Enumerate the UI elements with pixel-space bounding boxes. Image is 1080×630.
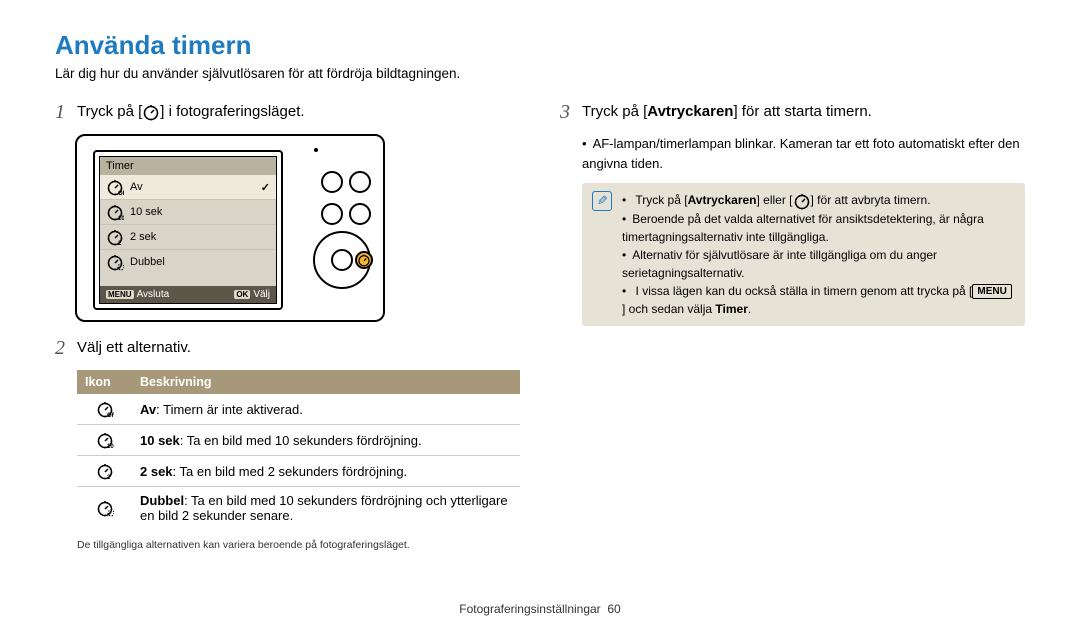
step-number-1: 1: [55, 101, 77, 124]
svg-text:OFF: OFF: [118, 191, 124, 196]
step1-text: Tryck på [] i fotograferingsläget.: [77, 101, 305, 122]
step-number-3: 3: [560, 101, 582, 124]
svg-text:2: 2: [118, 241, 122, 246]
dpad-right-highlight: [355, 251, 373, 269]
timer-icon: [793, 192, 811, 210]
note-box: Tryck på [Avtryckaren] eller [] för att …: [582, 183, 1025, 326]
menu-item-10s: 10 10 sek: [100, 200, 276, 225]
menu-chip: MENU: [972, 284, 1011, 299]
table-row: Dubbel: Ta en bild med 10 sekunders förd…: [77, 487, 520, 530]
table-row: 10 10 sek: Ta en bild med 10 sekunders f…: [77, 425, 520, 456]
step3-text: Tryck på [Avtryckaren] för att starta ti…: [582, 101, 872, 122]
table-footnote: De tillgängliga alternativen kan variera…: [77, 539, 520, 551]
timer-icon: [142, 103, 160, 121]
note-icon: [592, 191, 612, 211]
camera-illustration: Timer OFF Av ✓ 10 10 sek: [75, 134, 520, 322]
note-item: Beroende på det valda alternativet för a…: [622, 210, 1015, 246]
svg-text:10: 10: [107, 444, 114, 449]
step-number-2: 2: [55, 337, 77, 360]
svg-text:10: 10: [118, 216, 124, 221]
table-row: OFF Av: Timern är inte aktiverad.: [77, 394, 520, 425]
step2-text: Välj ett alternativ.: [77, 337, 191, 358]
svg-text:OFF: OFF: [107, 413, 114, 418]
intro-text: Lär dig hur du använder självutlösaren f…: [55, 66, 1025, 81]
menu-item-off: OFF Av ✓: [100, 175, 276, 200]
page-footer: Fotograferingsinställningar 60: [0, 602, 1080, 616]
options-table: Ikon Beskrivning OFF Av: Timern är inte …: [77, 370, 520, 529]
menu-item-2s: 2 2 sek: [100, 225, 276, 250]
menu-title: Timer: [100, 157, 276, 175]
step3-subtext: AF-lampan/timerlampan blinkar. Kameran t…: [582, 134, 1025, 173]
th-icon: Ikon: [77, 370, 132, 394]
note-item: I vissa lägen kan du också ställa in tim…: [622, 282, 1015, 318]
menu-item-double: Dubbel: [100, 250, 276, 274]
note-item: Alternativ för självutlösare är inte til…: [622, 246, 1015, 282]
th-desc: Beskrivning: [132, 370, 520, 394]
page-title: Använda timern: [55, 30, 1025, 61]
table-row: 2 2 sek: Ta en bild med 2 sekunders förd…: [77, 456, 520, 487]
note-item: Tryck på [Avtryckaren] eller [] för att …: [622, 191, 1015, 210]
